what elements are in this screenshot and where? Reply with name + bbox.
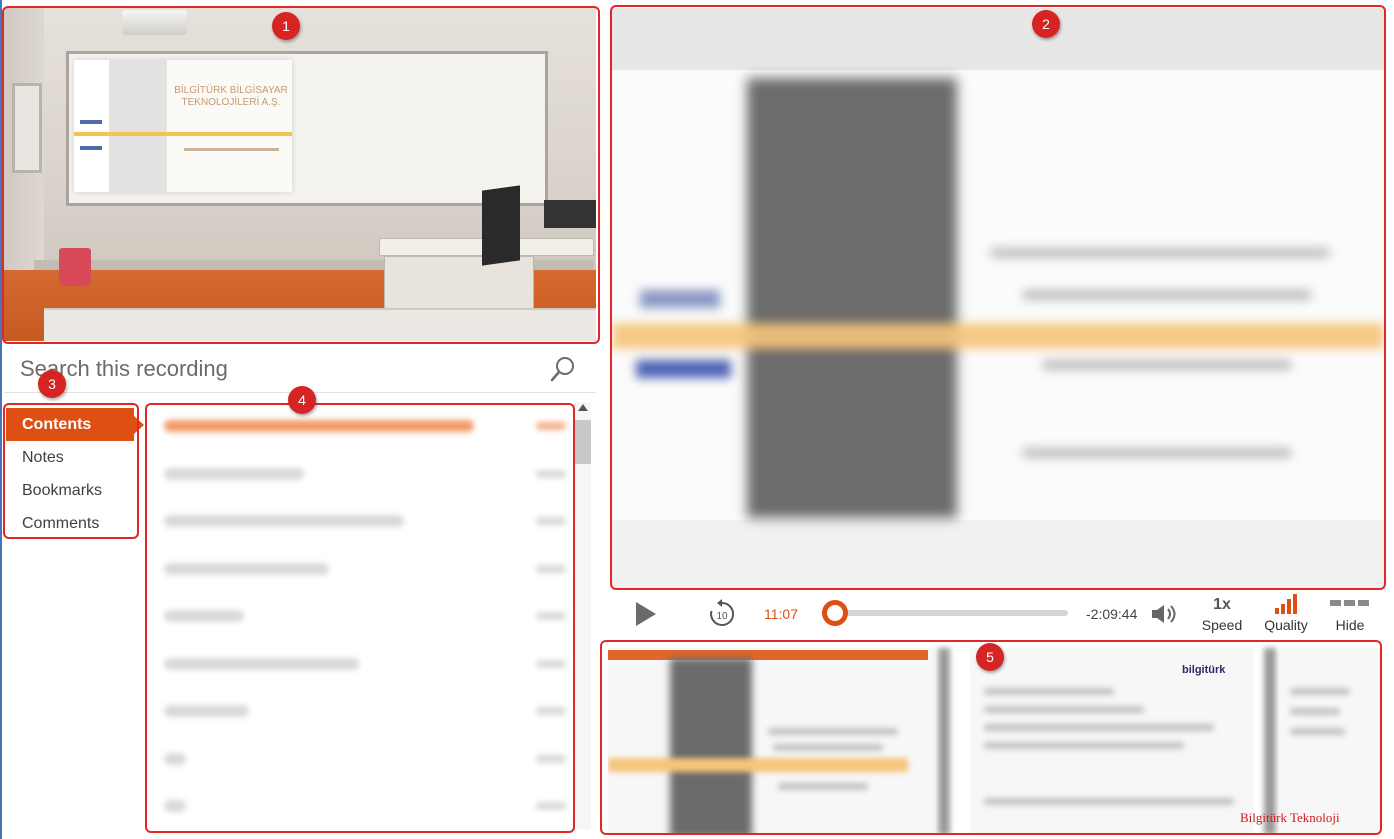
thumbnail-brand: bilgitürk [1182, 664, 1226, 676]
slide-logo [636, 360, 731, 378]
recording-viewer: BİLGİTÜRK BİLGİSAYAR TEKNOLOJİLERİ A.Ş. … [0, 0, 1394, 839]
rewind-10-icon[interactable]: 10 [706, 598, 738, 630]
thumbnail[interactable]: bilgitürk [970, 648, 1254, 835]
annotation-badge-1: 1 [272, 12, 300, 40]
contents-scrollbar[interactable] [575, 402, 591, 829]
camera-video[interactable]: BİLGİTÜRK BİLGİSAYAR TEKNOLOJİLERİ A.Ş. [4, 8, 596, 341]
student-table [44, 308, 596, 341]
tab-bookmarks[interactable]: Bookmarks [6, 474, 138, 507]
list-item[interactable] [150, 452, 590, 500]
annotation-badge-5: 5 [976, 643, 1004, 671]
tab-comments[interactable]: Comments [6, 507, 138, 540]
player-controls: 10 11:07 -2:09:44 1x Speed Quality Hide [612, 590, 1384, 638]
scroll-thumb[interactable] [575, 420, 591, 464]
annotation-badge-3: 3 [38, 370, 66, 398]
annotation-badge-4: 4 [288, 386, 316, 414]
quality-label: Quality [1264, 617, 1308, 633]
list-item[interactable] [150, 547, 590, 595]
current-time: 11:07 [764, 606, 798, 622]
projected-slide: BİLGİTÜRK BİLGİSAYAR TEKNOLOJİLERİ A.Ş. [74, 60, 292, 192]
search-icon[interactable] [548, 354, 578, 384]
list-item[interactable] [150, 737, 590, 785]
hide-label: Hide [1335, 617, 1365, 633]
classroom-door [12, 83, 42, 173]
window-border [0, 0, 2, 839]
desk-laptop [544, 200, 596, 228]
list-item[interactable] [150, 784, 590, 829]
annotation-badge-2: 2 [1032, 10, 1060, 38]
tab-notes[interactable]: Notes [6, 441, 138, 474]
seek-handle[interactable] [822, 600, 848, 626]
speed-label: Speed [1201, 617, 1243, 633]
hide-dashes-icon [1330, 600, 1370, 610]
list-item[interactable] [150, 594, 590, 642]
seek-bar[interactable] [834, 610, 1068, 616]
svg-text:10: 10 [716, 611, 728, 622]
slide-logo [640, 290, 720, 308]
signal-bars-icon [1275, 594, 1297, 614]
active-tab-pointer [134, 416, 144, 434]
tab-contents[interactable]: Contents [6, 408, 134, 441]
scroll-up-icon[interactable] [578, 404, 588, 411]
search-bar [4, 348, 596, 388]
quality-button[interactable]: Quality [1256, 594, 1316, 634]
side-tabs: Contents Notes Bookmarks Comments [6, 408, 138, 540]
volume-icon[interactable] [1150, 602, 1180, 626]
slide-thumbnails: bilgitürk Bilgitürk Teknoloji [604, 644, 1380, 835]
thumbnail[interactable] [1280, 648, 1380, 835]
play-icon[interactable] [636, 602, 656, 626]
desk-monitor [482, 185, 520, 266]
speed-button[interactable]: 1x Speed [1192, 594, 1252, 634]
hide-button[interactable]: Hide [1320, 594, 1380, 634]
contents-list [150, 404, 590, 829]
projector [122, 10, 187, 35]
projected-slide-title: BİLGİTÜRK BİLGİSAYAR TEKNOLOJİLERİ A.Ş. [174, 85, 288, 108]
list-item[interactable] [150, 499, 590, 547]
list-item[interactable] [150, 404, 590, 452]
trash-bin [59, 248, 91, 286]
slide-view[interactable] [612, 8, 1384, 588]
search-input[interactable] [20, 352, 540, 386]
watermark: Bilgitürk Teknoloji [1240, 810, 1340, 825]
thumbnail[interactable] [608, 648, 934, 835]
list-item[interactable] [150, 689, 590, 737]
list-item[interactable] [150, 642, 590, 690]
speed-value: 1x [1213, 596, 1231, 613]
remaining-time: -2:09:44 [1086, 606, 1138, 622]
